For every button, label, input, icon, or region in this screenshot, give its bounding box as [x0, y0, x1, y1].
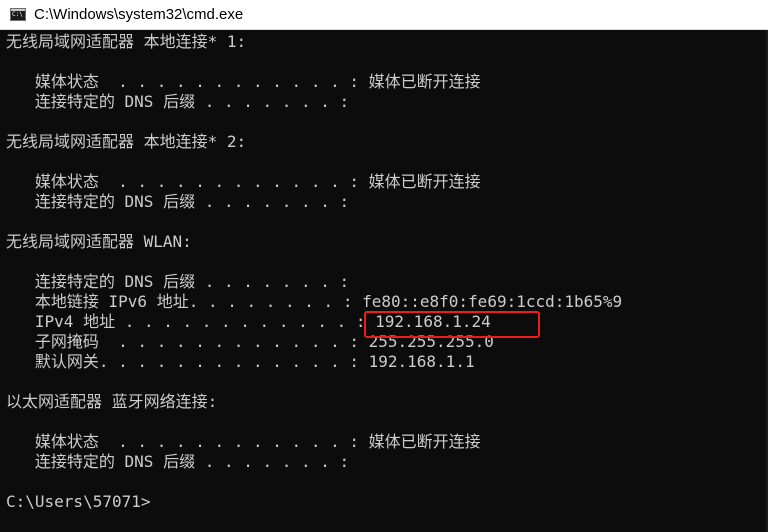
console-line: 连接特定的 DNS 后缀 . . . . . . . :	[6, 452, 350, 471]
ipv4-highlight-annotation	[364, 311, 540, 338]
console-line: 连接特定的 DNS 后缀 . . . . . . . :	[6, 272, 350, 291]
console-line: 无线局域网适配器 WLAN:	[6, 232, 192, 251]
console-line: 无线局域网适配器 本地连接* 1:	[6, 32, 247, 51]
command-prompt[interactable]: C:\Users\57071>	[6, 492, 151, 512]
console-line: 无线局域网适配器 本地连接* 2:	[6, 132, 247, 151]
console-line: 以太网适配器 蓝牙网络连接:	[6, 392, 218, 411]
window-title: C:\Windows\system32\cmd.exe	[34, 6, 244, 23]
console-output[interactable]: 无线局域网适配器 本地连接* 1: 媒体状态 . . . . . . . . .…	[0, 30, 768, 532]
title-bar[interactable]: C:\Windows\system32\cmd.exe	[0, 0, 768, 30]
console-line: 媒体状态 . . . . . . . . . . . . : 媒体已断开连接	[6, 432, 481, 451]
console-line: 默认网关. . . . . . . . . . . . . : 192.168.…	[6, 352, 475, 371]
console-line: 连接特定的 DNS 后缀 . . . . . . . :	[6, 192, 350, 211]
cmd-console-icon[interactable]	[10, 8, 26, 21]
cmd-window: C:\Windows\system32\cmd.exe 无线局域网适配器 本地连…	[0, 0, 768, 532]
console-line: 媒体状态 . . . . . . . . . . . . : 媒体已断开连接	[6, 72, 481, 91]
console-line: 媒体状态 . . . . . . . . . . . . : 媒体已断开连接	[6, 172, 481, 191]
console-line: 本地链接 IPv6 地址. . . . . . . . : fe80::e8f0…	[6, 292, 623, 311]
console-line: 连接特定的 DNS 后缀 . . . . . . . :	[6, 92, 350, 111]
